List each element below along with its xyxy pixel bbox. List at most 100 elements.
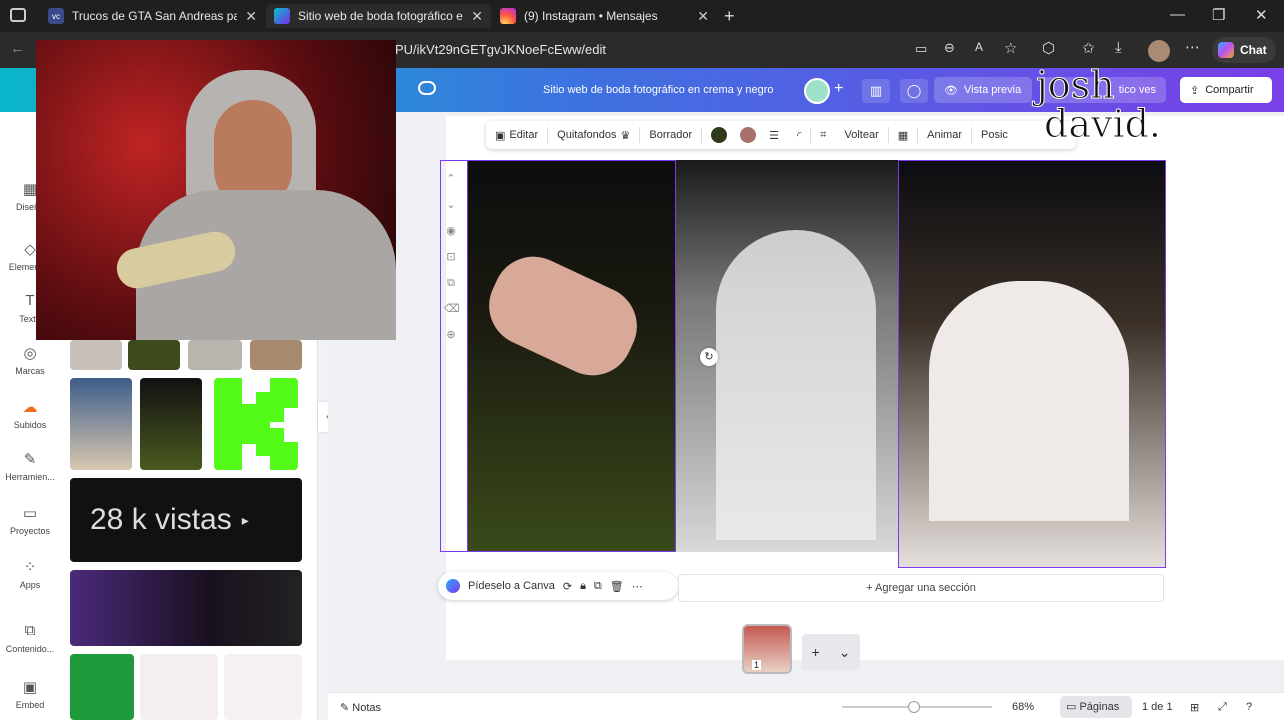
video-thumbnail[interactable] [70, 570, 302, 646]
instagram-favicon [500, 8, 516, 24]
photo-hands[interactable] [467, 160, 676, 552]
grid-view-icon[interactable]: ⊞ [1190, 701, 1199, 714]
document-title[interactable]: Sitio web de boda fotográfico en crema y… [543, 84, 774, 96]
ask-canva-bar[interactable]: Pídeselo a Canva ⟳ 🔒︎ ⧉ 🗑︎ ⋯ [438, 572, 678, 600]
views-card[interactable]: 28 k vistas ▸ [70, 478, 302, 562]
trash-icon[interactable]: 🗑︎ [610, 580, 624, 593]
pages-label: Páginas [1079, 701, 1120, 713]
zoom-icon[interactable]: ⊖ [944, 40, 955, 56]
transparency-icon[interactable]: ▦ [889, 129, 917, 142]
close-icon[interactable]: ✕ [697, 8, 709, 25]
new-tab-icon[interactable]: + [724, 6, 735, 27]
rail-content[interactable]: ⧉ Contenido... [0, 622, 60, 654]
minimize-icon[interactable]: — [1170, 6, 1185, 23]
pages-button[interactable]: ▭ Páginas [1060, 696, 1132, 718]
position-button[interactable]: Posic [972, 129, 1017, 141]
comment-icon[interactable]: ◯ [900, 79, 928, 103]
rail-apps[interactable]: ⁘ Apps [0, 558, 60, 590]
rail-tools[interactable]: ✎ Herramien... [0, 450, 60, 482]
more-options-icon[interactable]: ⋯ [632, 580, 643, 593]
close-icon[interactable]: ✕ [245, 8, 257, 25]
eraser-button[interactable]: Borrador [640, 129, 701, 141]
extensions-icon[interactable]: ⬡ [1042, 39, 1055, 57]
read-aloud-icon[interactable]: A [975, 40, 983, 54]
zoom-slider[interactable] [842, 701, 992, 713]
tab-canva[interactable]: Sitio web de boda fotográfico en crema y… [266, 4, 491, 28]
kick-logo-thumbnail[interactable] [214, 378, 298, 470]
embed-icon: ▣ [22, 679, 38, 696]
element-side-tools[interactable]: ⌃ ⌄ ◉ ⊡ ⧉ ⌫ ⊕ [444, 166, 460, 346]
swatch-2[interactable] [736, 127, 760, 143]
animate-button[interactable]: Animar [918, 129, 971, 141]
cloud-save-icon[interactable] [418, 81, 436, 95]
couple-shape [716, 230, 876, 540]
upload-thumbnail[interactable] [224, 654, 302, 720]
upload-thumbnail[interactable] [70, 378, 132, 470]
tab-instagram[interactable]: (9) Instagram • Mensajes ✕ [492, 4, 717, 28]
page-count: 1 de 1 [1142, 701, 1173, 713]
upload-thumbnail[interactable] [250, 340, 302, 370]
page-thumbnail[interactable]: 1 [742, 624, 792, 674]
canva-favicon [274, 8, 290, 24]
corner-rounding-icon[interactable]: ◜ [788, 129, 810, 142]
upload-thumbnail[interactable] [70, 340, 122, 370]
crop-icon[interactable]: ⌗ [811, 129, 835, 142]
close-icon[interactable]: ✕ [471, 8, 483, 25]
rail-label: Herramien... [5, 472, 55, 482]
upload-thumbnail[interactable] [140, 378, 202, 470]
preview-button[interactable]: 👁 Vista previa [934, 77, 1032, 103]
edit-button[interactable]: ▣ Editar [486, 129, 547, 142]
position-label: Posic [981, 129, 1008, 141]
zoom-level[interactable]: 68% [1012, 701, 1034, 713]
ask-canva-label: Pídeselo a Canva [468, 580, 555, 592]
photo-couple-color[interactable] [898, 160, 1166, 568]
border-style-icon[interactable]: ☰ [760, 129, 788, 142]
favorite-icon[interactable]: ☆ [1004, 39, 1017, 57]
collaborator-avatar[interactable] [804, 78, 830, 104]
watermark-logo: josh david. [1036, 66, 1226, 156]
more-icon[interactable]: ⋯ [1185, 38, 1200, 56]
url-field[interactable]: PU/ikVt29nGETgvJKNoeFcEww/edit [395, 42, 606, 57]
regenerate-icon[interactable]: ⟳ [563, 580, 572, 593]
tab-actions-icon[interactable] [10, 8, 26, 22]
notes-label: Notas [352, 702, 382, 714]
swatch-1[interactable] [702, 127, 736, 143]
add-collaborator-icon[interactable]: + [834, 80, 843, 98]
crown-icon: ♛ [620, 129, 631, 142]
upload-thumbnail[interactable] [188, 340, 242, 370]
add-section-label: Agregar una sección [874, 582, 976, 594]
analytics-icon[interactable]: ▥ [862, 79, 890, 103]
chevron-right-icon: ▸ [241, 511, 249, 528]
rail-brand[interactable]: ◎ Marcas [0, 344, 60, 376]
duplicate-icon[interactable]: ⧉ [594, 580, 602, 593]
reader-icon[interactable]: ▭ [915, 41, 927, 57]
rail-embed[interactable]: ▣ Embed [0, 678, 60, 710]
flip-button[interactable]: Voltear [836, 129, 888, 141]
tab-gta[interactable]: vc Trucos de GTA San Andreas para PC ✕ [40, 4, 265, 28]
rail-label: Proyectos [9, 526, 51, 536]
rotate-handle[interactable]: ↻ [700, 348, 718, 366]
window-close-icon[interactable]: ✕ [1255, 6, 1268, 24]
lock-icon[interactable]: 🔒︎ [580, 580, 586, 593]
help-icon[interactable]: ? [1246, 701, 1252, 713]
cloud-upload-icon: ☁ [22, 399, 38, 416]
maximize-icon[interactable]: ❐ [1212, 6, 1225, 24]
upload-thumbnail[interactable] [140, 654, 218, 720]
copilot-chat-button[interactable]: Chat [1212, 37, 1276, 63]
fullscreen-icon[interactable]: ⤢ [1218, 701, 1227, 714]
back-icon[interactable]: ← [10, 40, 25, 57]
bg-remover-button[interactable]: Quitafondos ♛ [548, 129, 639, 142]
rail-uploads[interactable]: ☁ Subidos [0, 398, 60, 430]
upload-thumbnail[interactable] [70, 654, 134, 720]
zoom-slider-thumb[interactable] [908, 701, 920, 713]
upload-thumbnail[interactable] [128, 340, 180, 370]
eraser-label: Borrador [649, 129, 693, 141]
profile-avatar[interactable] [1148, 40, 1170, 62]
rail-projects[interactable]: ▭ Proyectos [0, 504, 60, 536]
add-page-button[interactable]: + ⌄ [802, 634, 860, 670]
downloads-icon[interactable]: ⤓ [1115, 39, 1122, 56]
tab-title: (9) Instagram • Mensajes [524, 9, 658, 23]
add-section-button[interactable]: + Agregar una sección [678, 574, 1164, 602]
favorites-icon[interactable]: ✩ [1082, 39, 1095, 57]
notes-button[interactable]: ✎ Notas [340, 701, 381, 714]
